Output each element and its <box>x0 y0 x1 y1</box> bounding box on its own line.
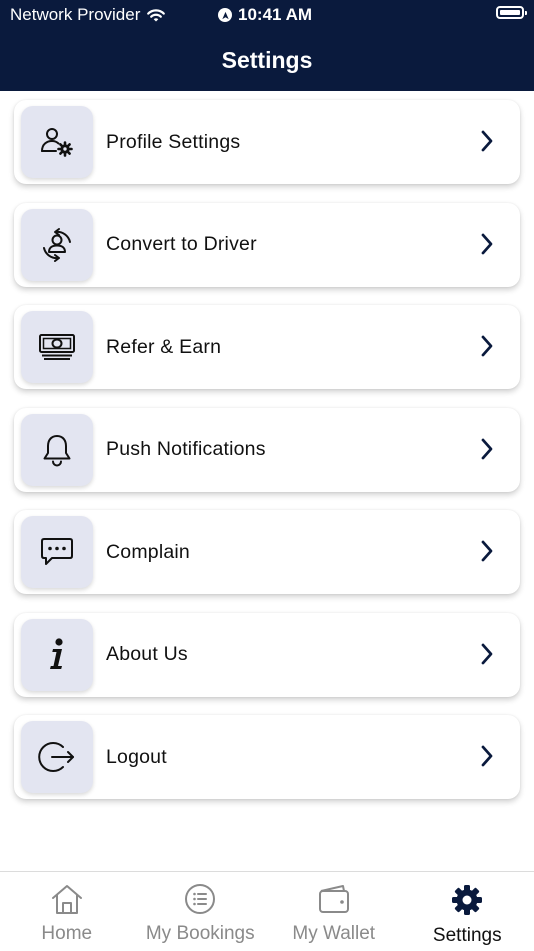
settings-list: Profile Settings Convert to Driver <box>14 100 520 818</box>
page-header: Settings <box>0 29 534 91</box>
page-title: Settings <box>222 47 313 74</box>
status-bar: Network Provider 10:41 AM <box>0 0 534 29</box>
settings-item-icon-box <box>21 721 93 793</box>
status-bar-left: Network Provider <box>10 5 166 25</box>
carrier-name: Network Provider <box>10 5 140 25</box>
driver-swap-icon <box>38 226 76 264</box>
settings-item-icon-box <box>21 106 93 178</box>
settings-item-convert-to-driver[interactable]: Convert to Driver <box>14 203 520 287</box>
wifi-icon <box>146 8 166 23</box>
tab-my-wallet[interactable]: My Wallet <box>267 872 401 951</box>
chevron-right-icon <box>480 643 494 665</box>
list-icon <box>184 883 216 915</box>
tab-label: My Bookings <box>146 923 255 945</box>
status-time: 10:41 AM <box>238 5 312 25</box>
chevron-right-icon <box>480 233 494 255</box>
settings-item-complain[interactable]: Complain <box>14 510 520 594</box>
wallet-icon <box>317 883 351 915</box>
battery-icon <box>496 6 524 19</box>
settings-item-label: Push Notifications <box>106 438 266 461</box>
settings-item-about-us[interactable]: About Us <box>14 613 520 697</box>
chevron-right-icon <box>480 540 494 562</box>
chevron-right-icon <box>480 745 494 767</box>
tab-label: Settings <box>433 925 502 947</box>
tab-settings[interactable]: Settings <box>401 872 534 951</box>
settings-item-label: Complain <box>106 541 190 564</box>
settings-item-refer-earn[interactable]: Refer & Earn <box>14 305 520 389</box>
bell-icon <box>41 433 73 467</box>
tab-my-bookings[interactable]: My Bookings <box>134 872 268 951</box>
home-icon <box>50 883 84 915</box>
tab-label: My Wallet <box>292 923 375 945</box>
settings-item-label: Profile Settings <box>106 131 240 154</box>
settings-item-label: About Us <box>106 643 188 666</box>
status-bar-time-group: 10:41 AM <box>218 5 312 25</box>
logout-icon <box>38 739 76 775</box>
settings-item-icon-box <box>21 311 93 383</box>
info-icon <box>45 637 69 673</box>
chevron-right-icon <box>480 130 494 152</box>
settings-item-icon-box <box>21 209 93 281</box>
gear-icon <box>450 883 484 917</box>
settings-item-label: Refer & Earn <box>106 336 221 359</box>
user-gear-icon <box>40 127 74 157</box>
settings-item-logout[interactable]: Logout <box>14 715 520 799</box>
settings-item-label: Logout <box>106 746 167 769</box>
settings-item-profile-settings[interactable]: Profile Settings <box>14 100 520 184</box>
tab-label: Home <box>41 923 92 945</box>
chat-bubble-icon <box>39 536 75 568</box>
money-icon <box>38 332 76 362</box>
settings-item-label: Convert to Driver <box>106 233 257 256</box>
location-arrow-icon <box>218 8 232 22</box>
chevron-right-icon <box>480 438 494 460</box>
chevron-right-icon <box>480 335 494 357</box>
status-bar-right <box>496 6 524 19</box>
settings-item-icon-box <box>21 414 93 486</box>
settings-item-push-notifications[interactable]: Push Notifications <box>14 408 520 492</box>
settings-item-icon-box <box>21 516 93 588</box>
bottom-tab-bar: Home My Bookings My Wallet <box>0 871 534 951</box>
settings-item-icon-box <box>21 619 93 691</box>
tab-home[interactable]: Home <box>0 872 134 951</box>
